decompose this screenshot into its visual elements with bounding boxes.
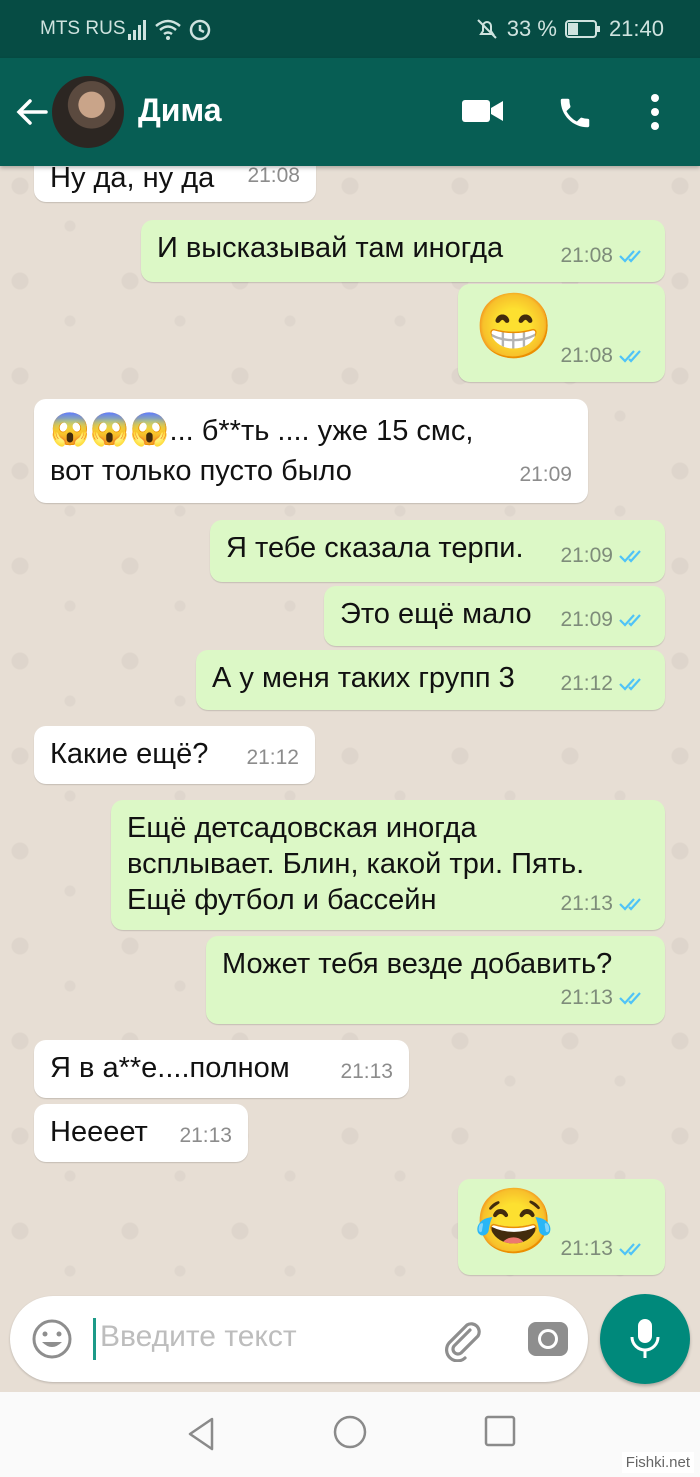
voice-call-icon[interactable] bbox=[556, 94, 594, 137]
message-time: 21:09 bbox=[560, 544, 613, 567]
carrier-label: MTS RUS bbox=[40, 18, 126, 39]
message-incoming[interactable]: Неееет 21:13 bbox=[34, 1104, 248, 1162]
message-text: Какие ещё? bbox=[50, 738, 209, 770]
system-nav-bar: Fishki.net bbox=[0, 1392, 700, 1477]
message-text: Ну да, ну да bbox=[50, 166, 215, 194]
text-cursor bbox=[93, 1318, 96, 1360]
status-right: 33 % 21:40 bbox=[475, 16, 664, 42]
message-meta: 21:13 bbox=[560, 1231, 649, 1267]
message-time: 21:13 bbox=[560, 986, 613, 1009]
contact-name[interactable]: Дима bbox=[138, 92, 222, 129]
message-incoming[interactable]: Я в а**е....полном 21:13 bbox=[34, 1040, 409, 1098]
message-time: 21:13 bbox=[560, 892, 613, 915]
clock: 21:40 bbox=[608, 16, 664, 41]
message-outgoing[interactable]: Ещё детсадовская иногда всплывает. Блин,… bbox=[111, 800, 665, 930]
message-text: Может тебя везде добавить? bbox=[222, 948, 613, 980]
nav-back-icon[interactable] bbox=[186, 1416, 216, 1457]
message-outgoing[interactable]: И высказывай там иногда 21:08 bbox=[141, 220, 665, 282]
read-ticks-icon bbox=[619, 250, 641, 263]
read-ticks-icon bbox=[619, 678, 641, 691]
video-call-icon[interactable] bbox=[462, 96, 504, 131]
message-meta: 21:13 bbox=[179, 1118, 232, 1154]
mute-bell-icon bbox=[477, 19, 497, 39]
message-meta: 21:13 bbox=[560, 886, 649, 922]
message-outgoing[interactable]: Я тебе сказала терпи. 21:09 bbox=[210, 520, 665, 582]
voice-record-button[interactable] bbox=[600, 1294, 690, 1384]
read-ticks-icon bbox=[619, 992, 641, 1005]
back-arrow-icon[interactable] bbox=[14, 94, 50, 135]
message-text: ... б**ть .... уже 15 смс, bbox=[169, 415, 474, 447]
message-incoming[interactable]: Какие ещё? 21:12 bbox=[34, 726, 315, 784]
nav-home-icon[interactable] bbox=[332, 1414, 368, 1455]
chat-header: Дима bbox=[0, 58, 700, 166]
message-line-1: Ещё детсадовская иногда bbox=[127, 812, 477, 844]
more-options-icon[interactable] bbox=[648, 92, 662, 137]
camera-icon[interactable] bbox=[526, 1316, 570, 1365]
message-emojis: 😱😱😱 bbox=[50, 411, 170, 447]
battery-percent: 33 % bbox=[506, 16, 557, 41]
message-time: 21:13 bbox=[179, 1124, 232, 1147]
message-meta: 21:08 bbox=[247, 166, 300, 194]
message-meta: 21:09 bbox=[519, 455, 572, 495]
read-ticks-icon bbox=[619, 614, 641, 627]
message-line-2: вот только пусто было bbox=[50, 455, 352, 487]
read-ticks-icon bbox=[619, 350, 641, 363]
emoji-grin: 😁 bbox=[474, 290, 554, 362]
message-meta: 21:09 bbox=[560, 602, 649, 638]
message-outgoing-emoji[interactable]: 😁 21:08 bbox=[458, 284, 665, 382]
message-text: Это ещё мало bbox=[340, 598, 532, 630]
message-time: 21:08 bbox=[560, 244, 613, 267]
message-outgoing[interactable]: А у меня таких групп 3 21:12 bbox=[196, 650, 665, 710]
message-meta: 21:12 bbox=[246, 740, 299, 776]
read-ticks-icon bbox=[619, 550, 641, 563]
message-incoming[interactable]: 😱😱😱... б**ть .... уже 15 смс, вот только… bbox=[34, 399, 588, 503]
message-meta: 21:09 bbox=[560, 538, 649, 574]
message-time: 21:13 bbox=[560, 1237, 613, 1260]
read-ticks-icon bbox=[619, 898, 641, 911]
message-time: 21:12 bbox=[246, 746, 299, 769]
emoji-icon[interactable] bbox=[30, 1317, 74, 1366]
nav-recents-icon[interactable] bbox=[484, 1414, 516, 1453]
message-incoming[interactable]: Ну да, ну да 21:08 bbox=[34, 166, 316, 202]
message-text: Я в а**е....полном bbox=[50, 1052, 290, 1084]
battery-icon bbox=[564, 20, 600, 38]
message-time: 21:12 bbox=[560, 672, 613, 695]
message-text: И высказывай там иногда bbox=[157, 232, 504, 264]
contact-avatar[interactable] bbox=[52, 76, 124, 148]
message-input[interactable]: Введите текст bbox=[100, 1320, 297, 1354]
message-text: Неееет bbox=[50, 1116, 148, 1148]
message-meta: 21:13 bbox=[560, 980, 649, 1016]
emoji-tears-of-joy: 😂 bbox=[474, 1185, 554, 1257]
message-meta: 21:08 bbox=[560, 238, 649, 274]
chat-area[interactable]: Ну да, ну да 21:08 И высказывай там иног… bbox=[0, 166, 700, 1286]
status-bar: MTS RUS 33 % 21:40 bbox=[0, 0, 700, 58]
message-time: 21:09 bbox=[560, 608, 613, 631]
message-text: Я тебе сказала терпи. bbox=[226, 532, 524, 564]
message-meta: 21:13 bbox=[340, 1054, 393, 1090]
message-outgoing[interactable]: Это ещё мало 21:09 bbox=[324, 586, 665, 646]
message-line-2: всплывает. Блин, какой три. Пять. bbox=[127, 848, 585, 880]
message-line-1: 😱😱😱... б**ть .... уже 15 смс, bbox=[50, 409, 572, 451]
message-text: А у меня таких групп 3 bbox=[212, 662, 515, 694]
message-time: 21:08 bbox=[247, 166, 300, 187]
signal-wifi-alarm-icons bbox=[128, 16, 218, 47]
message-outgoing-emoji[interactable]: 😂 21:13 bbox=[458, 1179, 665, 1275]
message-outgoing[interactable]: Может тебя везде добавить? 21:13 bbox=[206, 936, 665, 1024]
message-time: 21:13 bbox=[340, 1060, 393, 1083]
mic-icon bbox=[630, 1319, 660, 1358]
message-meta: 21:08 bbox=[560, 338, 649, 374]
watermark: Fishki.net bbox=[621, 1452, 694, 1473]
message-time: 21:08 bbox=[560, 344, 613, 367]
message-composer[interactable]: Введите текст bbox=[10, 1296, 588, 1382]
message-meta: 21:12 bbox=[560, 666, 649, 702]
attach-icon[interactable] bbox=[440, 1316, 484, 1367]
read-ticks-icon bbox=[619, 1243, 641, 1256]
message-time: 21:09 bbox=[519, 463, 572, 486]
